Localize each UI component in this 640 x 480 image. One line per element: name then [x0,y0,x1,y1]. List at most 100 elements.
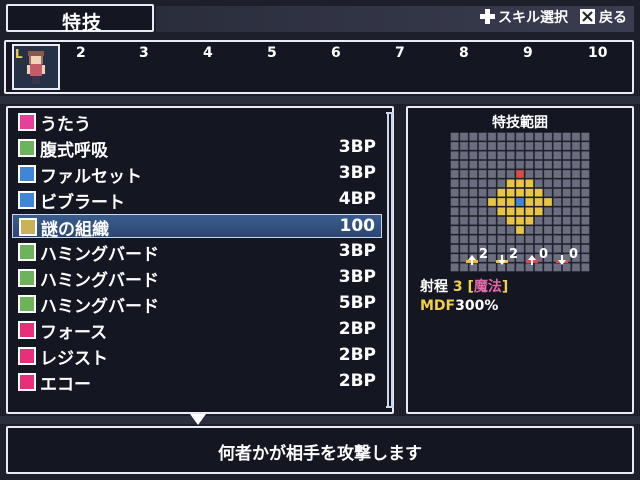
range-cell [544,235,552,244]
range-cell [506,235,515,244]
stat-icon [466,250,478,265]
range-cell [544,151,552,160]
skill-row[interactable]: ハミングバード 3BP [12,266,382,291]
range-cell [506,142,515,150]
range-cell [469,170,478,178]
range-cell [450,235,459,244]
party-slot-10[interactable]: 10 [588,45,607,61]
range-cell [497,235,506,244]
range-cell [562,132,571,141]
skill-select-hint[interactable]: スキル選択 [478,6,578,30]
blue-square-icon [18,191,36,209]
range-cell [525,170,534,178]
range-cell [562,188,571,197]
range-cell [544,207,552,216]
range-cell [544,226,552,234]
range-cell [581,207,590,216]
range-panel: 特技範囲 2 2 0 0 射程 3 [魔法] MDF300% [406,106,634,414]
range-cell [534,132,543,141]
party-slot-5[interactable]: 5 [267,45,277,61]
range-cell [460,235,468,244]
range-cell [534,207,543,216]
range-cell [572,188,580,197]
skill-row[interactable]: レジスト 2BP [12,344,382,369]
range-cell [497,198,506,206]
range-cell [450,198,459,206]
skill-row[interactable]: 謎の組織 100 [12,214,382,240]
party-slot-7[interactable]: 7 [395,45,405,61]
range-cell [478,198,487,206]
range-cell [478,142,487,150]
range-cell [544,132,552,141]
range-cell [450,244,459,253]
skill-row[interactable]: エコー 2BP [12,370,382,395]
stat-value: 2 [479,247,489,262]
range-cell [488,132,496,141]
range-cell [506,216,515,225]
range-cell [460,216,468,225]
stat-value: 0 [569,247,579,262]
range-cell [506,132,515,141]
range-cell [488,142,496,150]
range-cell [478,226,487,234]
skill-row[interactable]: うたう [12,110,382,135]
range-cell [562,207,571,216]
skill-row[interactable]: 腹式呼吸 3BP [12,136,382,161]
range-cell [562,216,571,225]
range-cell [544,142,552,150]
range-cell [525,132,534,141]
skill-row[interactable]: ファルセット 3BP [12,162,382,187]
music-category-icon [18,113,36,131]
party-slot-4[interactable]: 4 [203,45,213,61]
character-portrait[interactable]: L [12,44,60,90]
range-cell [553,151,562,160]
range-cell [516,188,524,197]
range-type-close: ] [501,279,509,295]
skill-row[interactable]: フォース 2BP [12,318,382,343]
range-cell [581,216,590,225]
range-cell [506,179,515,188]
skill-select-label: スキル選択 [498,10,568,26]
range-cell [516,235,524,244]
scroll-down-arrow-icon[interactable] [190,414,206,425]
skill-cost: 3BP [338,241,376,261]
party-slot-2[interactable]: 2 [76,45,86,61]
range-cell [488,226,496,234]
range-cell [534,160,543,169]
range-cell [478,207,487,216]
skill-cost: 2BP [338,345,376,365]
range-cell [562,160,571,169]
skill-cost: 100 [339,216,376,236]
range-cell [478,170,487,178]
party-slot-3[interactable]: 3 [139,45,149,61]
skill-cost: 4BP [338,189,376,209]
back-hint[interactable]: 戻る [580,6,636,30]
range-cell [562,179,571,188]
skill-row[interactable]: ハミングバード 5BP [12,292,382,317]
description-window: 何者かが相手を攻撃します [6,426,634,474]
range-type: 魔法 [473,279,502,295]
range-cell [506,188,515,197]
skill-row[interactable]: ビブラート 4BP [12,188,382,213]
range-cell [450,160,459,169]
range-cell [581,198,590,206]
range-cell [478,160,487,169]
range-cell [572,170,580,178]
range-cell [525,160,534,169]
background-stripe [0,416,640,424]
range-cell [516,179,524,188]
range-cell [544,198,552,206]
scrollbar[interactable] [386,112,394,408]
skill-row[interactable]: ハミングバード 3BP [12,240,382,265]
range-cell [497,151,506,160]
party-slot-9[interactable]: 9 [523,45,533,61]
dpad-icon [480,9,495,24]
party-slot-8[interactable]: 8 [459,45,469,61]
party-slot-6[interactable]: 6 [331,45,341,61]
range-cell [572,151,580,160]
range-cell [572,142,580,150]
range-cell [478,188,487,197]
range-cell [460,198,468,206]
range-cell [572,216,580,225]
range-cell [497,226,506,234]
